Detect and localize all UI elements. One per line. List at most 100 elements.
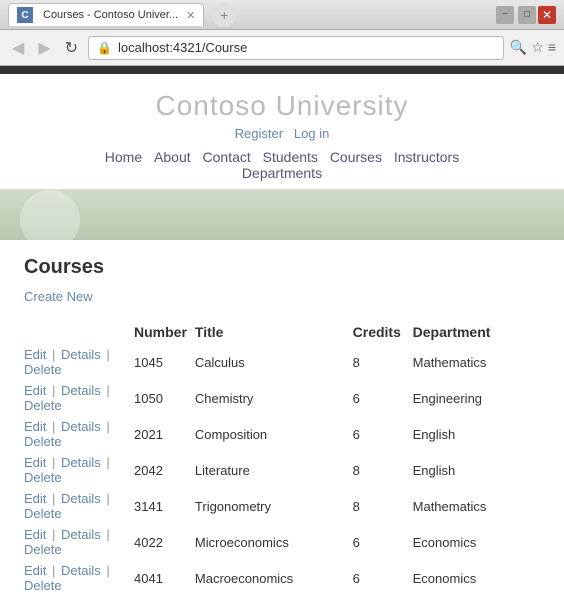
action-delete-3[interactable]: Delete [24,470,62,485]
course-number: 2021 [134,416,195,452]
course-department: Economics [413,560,540,596]
tab-title: Courses - Contoso Univer... [43,9,178,21]
course-title: Composition [195,416,353,452]
action-edit-1[interactable]: Edit [24,383,46,398]
new-tab-button[interactable]: + [212,3,236,27]
row-actions: Edit | Details | Delete [24,488,134,524]
table-row: Edit | Details | Delete4041Macroeconomic… [24,560,540,596]
course-credits: 6 [353,560,413,596]
main-nav: Home About Contact Students Courses Inst… [0,149,564,181]
back-button[interactable]: ◀ [8,36,28,60]
courses-table: Number Title Credits Department Edit | D… [24,320,540,596]
action-details-3[interactable]: Details [61,455,101,470]
col-credits: Credits [353,320,413,344]
course-credits: 8 [353,452,413,488]
course-credits: 6 [353,380,413,416]
row-actions: Edit | Details | Delete [24,344,134,380]
table-row: Edit | Details | Delete1050Chemistry6Eng… [24,380,540,416]
course-title: Macroeconomics [195,560,353,596]
action-delete-2[interactable]: Delete [24,434,62,449]
hero-image [0,190,564,240]
browser-window: C Courses - Contoso Univer... ✕ + − □ ✕ … [0,0,564,599]
table-row: Edit | Details | Delete3141Trigonometry8… [24,488,540,524]
course-department: Economics [413,524,540,560]
action-details-1[interactable]: Details [61,383,101,398]
auth-links: Register Log in [0,126,564,141]
maximize-button[interactable]: □ [518,6,536,24]
row-actions: Edit | Details | Delete [24,560,134,596]
course-number: 1050 [134,380,195,416]
action-edit-4[interactable]: Edit [24,491,46,506]
nav-about[interactable]: About [154,149,191,165]
course-department: English [413,416,540,452]
course-credits: 6 [353,416,413,452]
nav-contact[interactable]: Contact [203,149,251,165]
menu-icon[interactable]: ≡ [548,39,556,56]
col-actions [24,320,134,344]
col-title: Title [195,320,353,344]
action-edit-0[interactable]: Edit [24,347,46,362]
action-details-6[interactable]: Details [61,563,101,578]
action-delete-0[interactable]: Delete [24,362,62,377]
site-title: Contoso University [0,90,564,122]
table-row: Edit | Details | Delete1045Calculus8Math… [24,344,540,380]
course-number: 3141 [134,488,195,524]
close-button[interactable]: ✕ [538,6,556,24]
nav-instructors[interactable]: Instructors [394,149,459,165]
course-department: Engineering [413,380,540,416]
minimize-button[interactable]: − [496,6,514,24]
dark-header-bar [0,66,564,74]
row-actions: Edit | Details | Delete [24,380,134,416]
page-heading: Courses [24,256,540,279]
browser-tab[interactable]: C Courses - Contoso Univer... ✕ [8,3,204,26]
url-bar[interactable]: 🔒 localhost:4321/Course [88,36,504,60]
col-department: Department [413,320,540,344]
action-edit-5[interactable]: Edit [24,527,46,542]
table-row: Edit | Details | Delete2021Composition6E… [24,416,540,452]
action-details-4[interactable]: Details [61,491,101,506]
nav-students[interactable]: Students [263,149,318,165]
action-details-5[interactable]: Details [61,527,101,542]
tab-close-icon[interactable]: ✕ [186,9,195,22]
action-edit-3[interactable]: Edit [24,455,46,470]
tab-favicon: C [17,7,33,23]
course-department: Mathematics [413,344,540,380]
login-link[interactable]: Log in [294,126,329,141]
action-delete-5[interactable]: Delete [24,542,62,557]
course-title: Calculus [195,344,353,380]
nav-departments[interactable]: Departments [242,165,322,181]
hero-circle [20,190,80,240]
nav-home[interactable]: Home [105,149,142,165]
action-details-0[interactable]: Details [61,347,101,362]
action-edit-6[interactable]: Edit [24,563,46,578]
search-icon[interactable]: 🔍 [510,39,527,56]
action-details-2[interactable]: Details [61,419,101,434]
browser-actions: 🔍 ☆ ≡ [510,39,556,56]
course-credits: 8 [353,488,413,524]
refresh-button[interactable]: ↻ [61,36,82,60]
table-row: Edit | Details | Delete2042Literature8En… [24,452,540,488]
row-actions: Edit | Details | Delete [24,524,134,560]
forward-button[interactable]: ▶ [34,36,54,60]
course-title: Microeconomics [195,524,353,560]
action-edit-2[interactable]: Edit [24,419,46,434]
register-link[interactable]: Register [235,126,283,141]
course-title: Chemistry [195,380,353,416]
row-actions: Edit | Details | Delete [24,452,134,488]
url-icon: 🔒 [97,41,112,55]
bookmark-icon[interactable]: ☆ [531,39,544,56]
create-new-link[interactable]: Create New [24,289,540,304]
course-credits: 8 [353,344,413,380]
action-delete-4[interactable]: Delete [24,506,62,521]
action-delete-1[interactable]: Delete [24,398,62,413]
browser-content: Contoso University Register Log in Home … [0,66,564,599]
table-row: Edit | Details | Delete4022Microeconomic… [24,524,540,560]
course-title: Literature [195,452,353,488]
course-number: 2042 [134,452,195,488]
course-number: 4022 [134,524,195,560]
nav-courses[interactable]: Courses [330,149,382,165]
action-delete-6[interactable]: Delete [24,578,62,593]
table-header-row: Number Title Credits Department [24,320,540,344]
course-department: English [413,452,540,488]
course-number: 4041 [134,560,195,596]
